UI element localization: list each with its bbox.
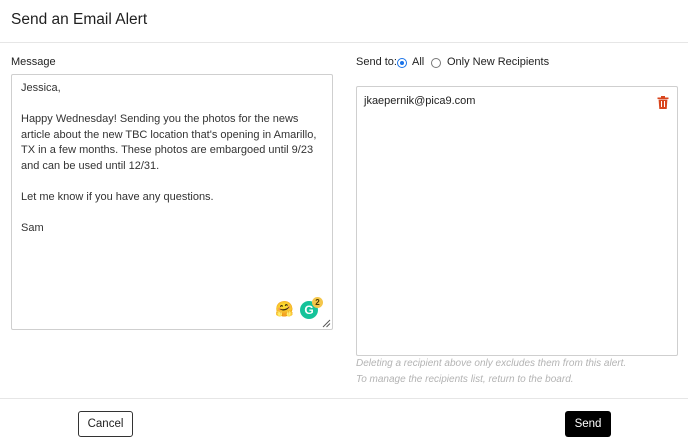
radio-only-new-recipients[interactable] bbox=[431, 58, 441, 68]
hint-line-2: To manage the recipients list, return to… bbox=[356, 374, 574, 385]
footer-divider bbox=[0, 398, 688, 399]
radio-all-label[interactable]: All bbox=[412, 56, 424, 68]
grammarly-count-badge: 2 bbox=[312, 297, 323, 308]
recipients-list: jkaepernik@pica9.com bbox=[356, 86, 678, 356]
trash-icon[interactable] bbox=[657, 96, 669, 109]
resize-handle-icon[interactable] bbox=[322, 319, 331, 328]
send-button[interactable]: Send bbox=[565, 411, 611, 437]
send-to-label: Send to: bbox=[356, 56, 397, 68]
message-text[interactable]: Jessica, Happy Wednesday! Sending you th… bbox=[21, 81, 326, 237]
dialog-title: Send an Email Alert bbox=[11, 11, 148, 28]
message-textarea[interactable]: Jessica, Happy Wednesday! Sending you th… bbox=[11, 74, 333, 330]
radio-all[interactable] bbox=[397, 58, 407, 68]
hint-line-1: Deleting a recipient above only excludes… bbox=[356, 358, 627, 369]
radio-only-new-recipients-label[interactable]: Only New Recipients bbox=[447, 56, 549, 68]
cancel-button[interactable]: Cancel bbox=[78, 411, 133, 437]
dialog-header: Send an Email Alert bbox=[0, 0, 688, 43]
message-label: Message bbox=[11, 56, 56, 68]
recipient-email: jkaepernik@pica9.com bbox=[364, 95, 476, 107]
emoji-icon[interactable]: 🤗 bbox=[275, 301, 294, 319]
